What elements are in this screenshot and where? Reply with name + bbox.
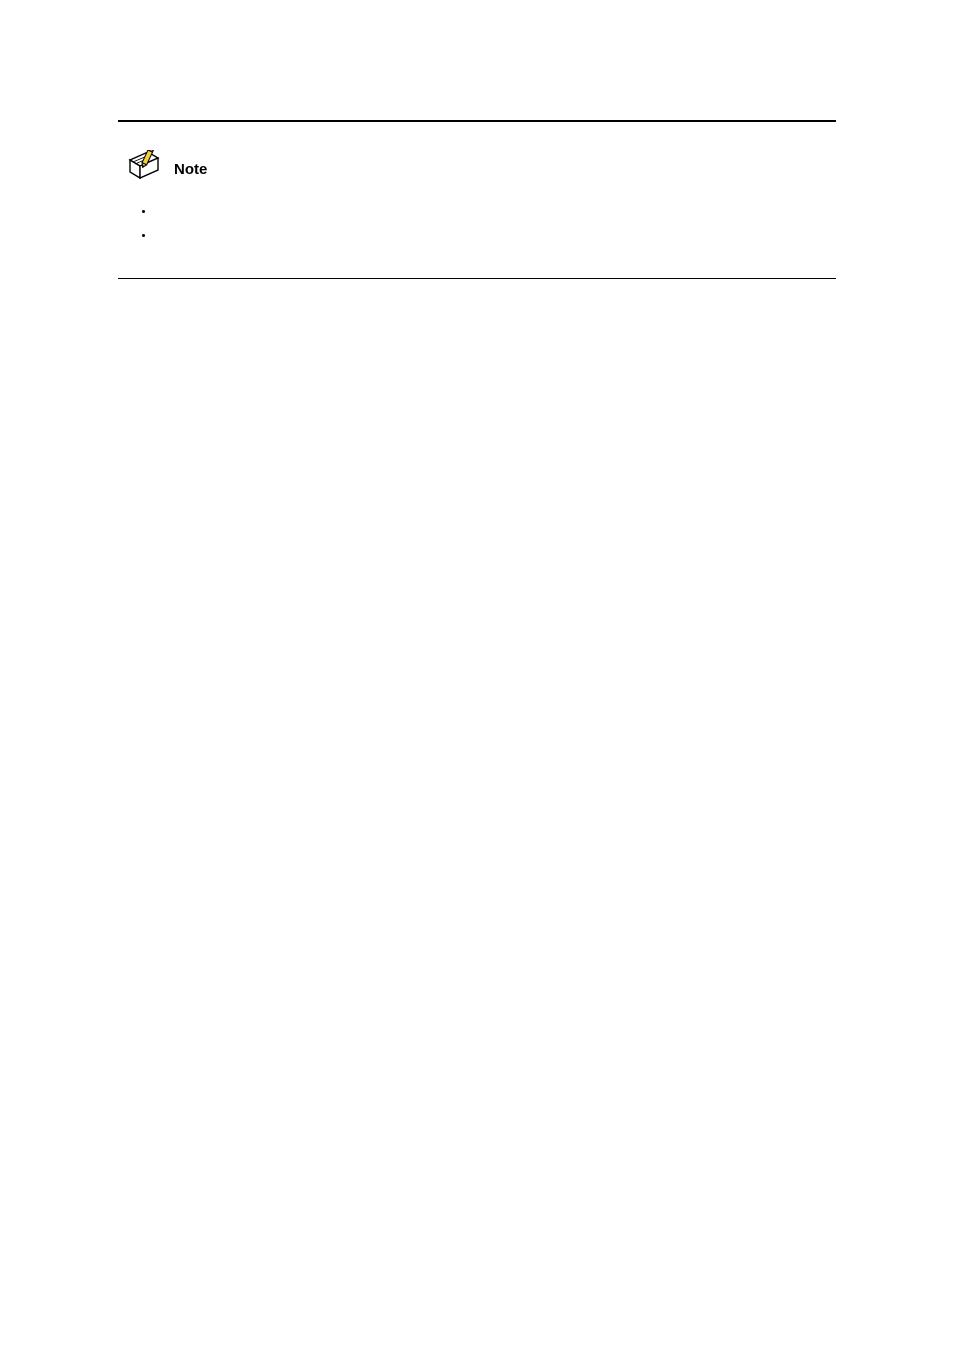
bullet-text (158, 200, 159, 214)
top-divider (118, 120, 836, 122)
bullet-item (154, 222, 836, 246)
note-label: Note (174, 161, 207, 182)
note-icon (128, 150, 168, 182)
note-header: Note (128, 150, 836, 182)
note-bullets (118, 198, 836, 246)
bullet-item (154, 198, 836, 222)
bottom-divider (118, 278, 836, 279)
bullet-text (158, 224, 159, 238)
